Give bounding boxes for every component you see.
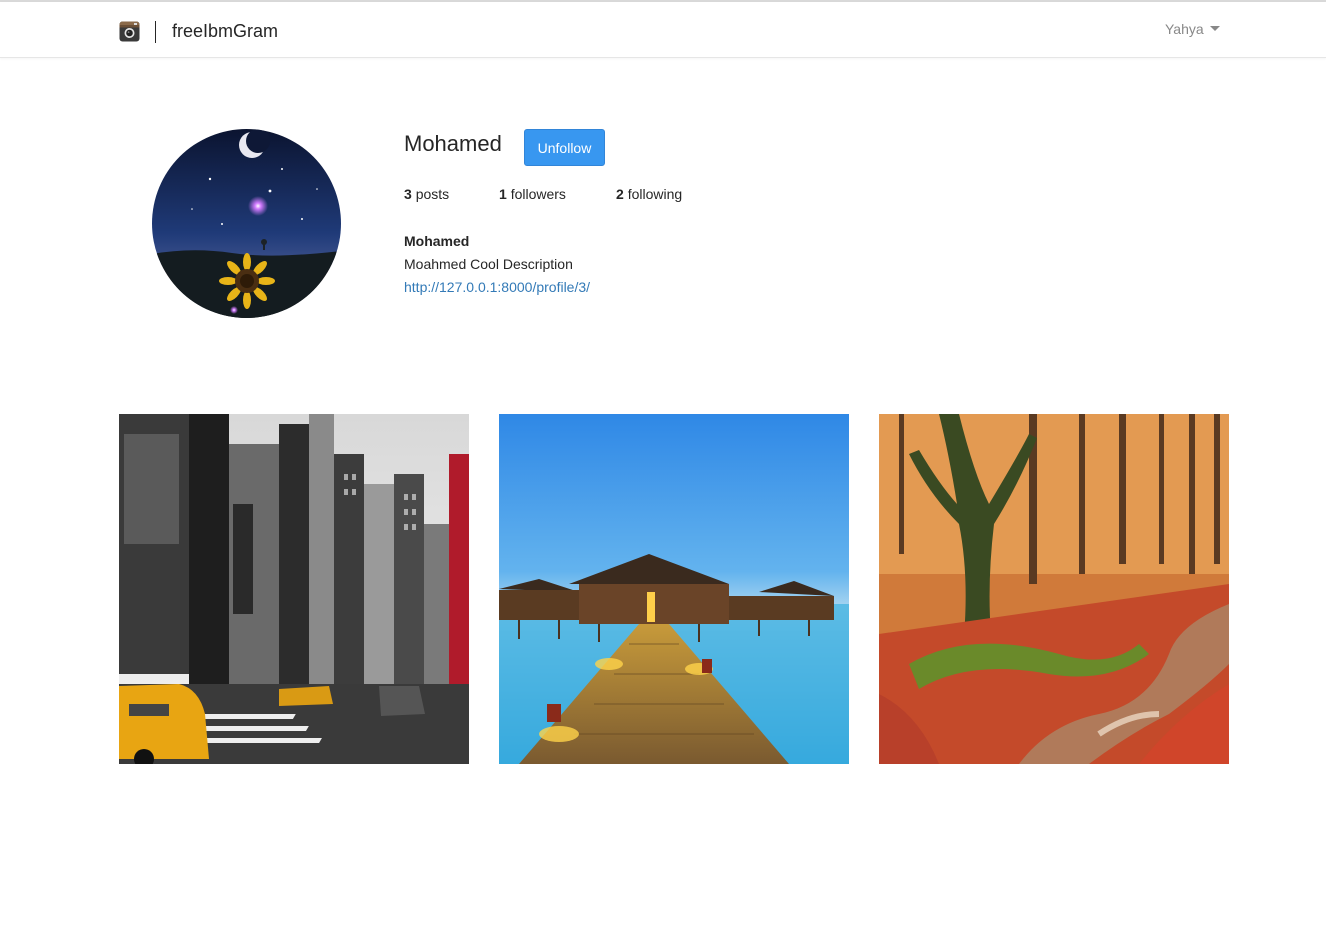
brand-name[interactable]: freeIbmGram	[172, 20, 278, 42]
post-thumbnail-bungalow[interactable]	[499, 414, 849, 764]
followers-count-value: 1	[499, 186, 507, 202]
camera-icon[interactable]	[119, 21, 140, 42]
posts-count-label: posts	[415, 186, 450, 202]
followers-count[interactable]: 1 followers	[499, 185, 566, 203]
posts-count[interactable]: 3 posts	[404, 185, 449, 203]
profile-bio: Moahmed Cool Description	[404, 256, 573, 272]
following-count-value: 2	[616, 186, 624, 202]
unfollow-button[interactable]: Unfollow	[524, 129, 605, 166]
navbar: freeIbmGram Yahya	[0, 2, 1326, 58]
post-thumbnail-city[interactable]	[119, 414, 469, 764]
profile-avatar	[152, 129, 341, 318]
profile-website-link[interactable]: http://127.0.0.1:8000/profile/3/	[404, 278, 590, 296]
posts-count-value: 3	[404, 186, 412, 202]
post-thumbnail-forest[interactable]	[879, 414, 1229, 764]
following-count-label: following	[627, 186, 683, 202]
user-dropdown-label: Yahya	[1165, 21, 1204, 37]
followers-count-label: followers	[510, 186, 566, 202]
profile-full-name: Mohamed	[404, 233, 470, 249]
following-count[interactable]: 2 following	[616, 185, 682, 203]
profile-username: Mohamed	[404, 131, 502, 156]
user-dropdown[interactable]: Yahya	[1165, 20, 1220, 38]
caret-down-icon	[1209, 26, 1220, 31]
navbar-divider	[155, 21, 156, 43]
